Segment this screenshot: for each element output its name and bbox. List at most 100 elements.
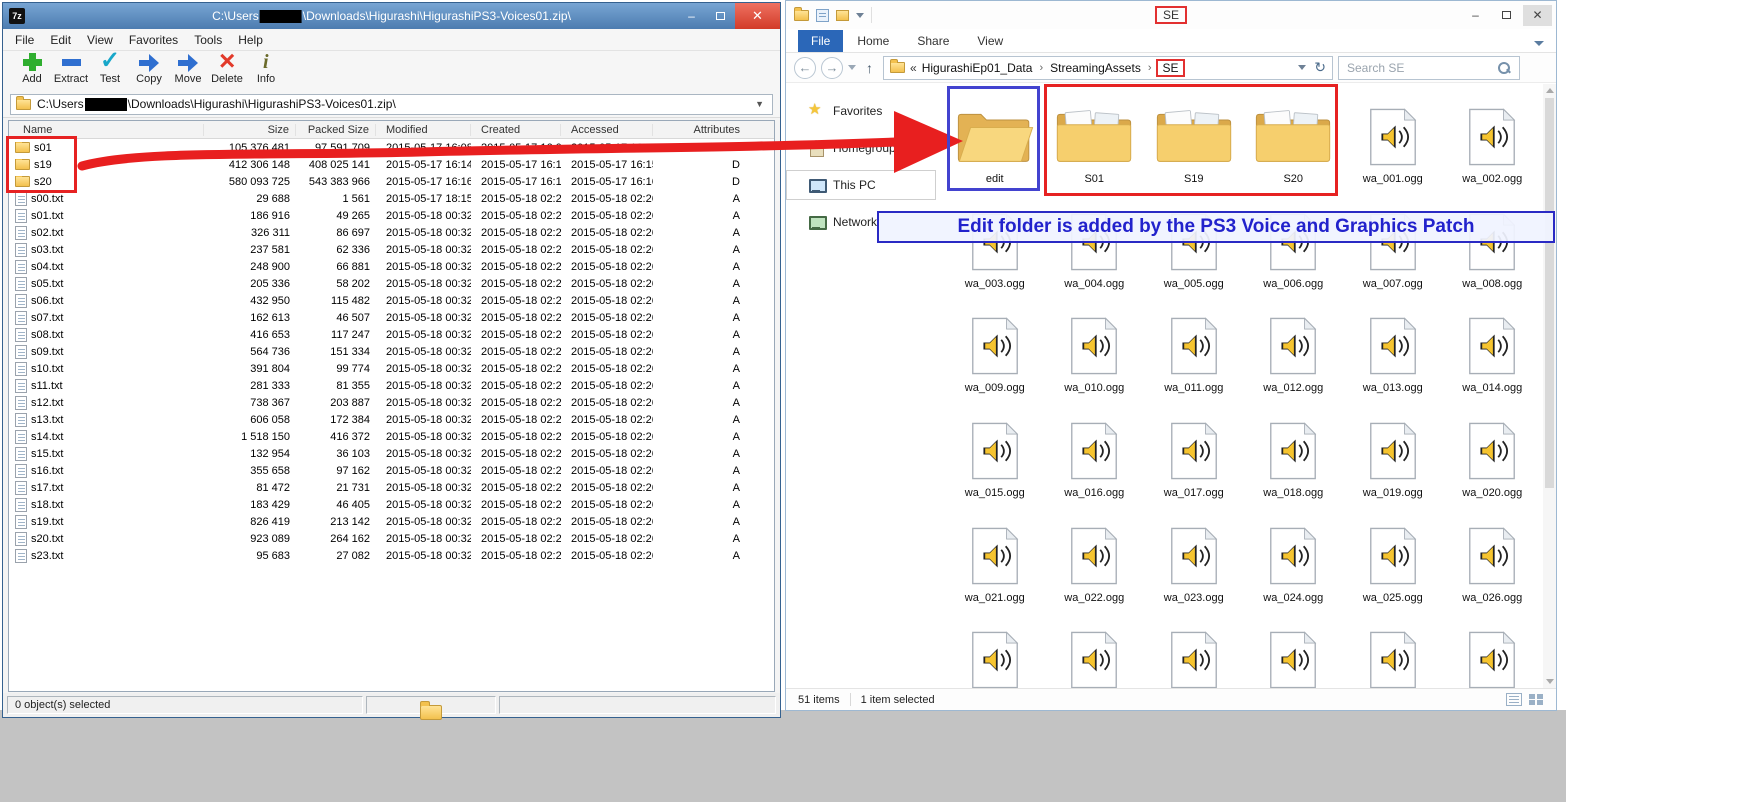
file-wa-023-ogg[interactable]: wa_023.ogg xyxy=(1144,518,1244,623)
menu-edit[interactable]: Edit xyxy=(42,31,79,49)
file-wa-001-ogg[interactable]: wa_001.ogg xyxy=(1343,99,1443,204)
breadcrumb-streamingassets[interactable]: StreamingAssets xyxy=(1048,60,1143,76)
zip-row-s08-txt[interactable]: s08.txt416 653117 2472015-05-18 00:32201… xyxy=(9,326,774,343)
folder-s19[interactable]: S19 xyxy=(1144,99,1244,204)
zip-row-s13-txt[interactable]: s13.txt606 058172 3842015-05-18 00:32201… xyxy=(9,411,774,428)
menu-file[interactable]: File xyxy=(7,31,42,49)
column-header-attributes[interactable]: Attributes xyxy=(653,124,774,136)
file-wa-002-ogg[interactable]: wa_002.ogg xyxy=(1443,99,1543,204)
minimize-button[interactable]: – xyxy=(1461,5,1490,26)
zip-row-s19[interactable]: s19412 306 148408 025 1412015-05-17 16:1… xyxy=(9,156,774,173)
move-button[interactable]: Move xyxy=(169,51,207,85)
zip-row-s00-txt[interactable]: s00.txt29 6881 5612015-05-17 18:152015-0… xyxy=(9,190,774,207)
thumbnails-view-icon[interactable] xyxy=(1528,693,1544,706)
tab-home[interactable]: Home xyxy=(843,30,903,52)
zip-row-s10-txt[interactable]: s10.txt391 80499 7742015-05-18 00:322015… xyxy=(9,360,774,377)
zip-row-s03-txt[interactable]: s03.txt237 58162 3362015-05-18 00:322015… xyxy=(9,241,774,258)
zip-row-s18-txt[interactable]: s18.txt183 42946 4052015-05-18 00:322015… xyxy=(9,496,774,513)
menu-favorites[interactable]: Favorites xyxy=(121,31,186,49)
qat-properties-icon[interactable] xyxy=(816,9,829,22)
file-partially-visible[interactable] xyxy=(1443,622,1543,688)
folder-s01[interactable]: S01 xyxy=(1045,99,1145,204)
file-partially-visible[interactable] xyxy=(945,622,1045,688)
ribbon-expand-icon[interactable] xyxy=(1534,41,1544,46)
zip-row-s06-txt[interactable]: s06.txt432 950115 4822015-05-18 00:32201… xyxy=(9,292,774,309)
file-wa-022-ogg[interactable]: wa_022.ogg xyxy=(1045,518,1145,623)
menu-help[interactable]: Help xyxy=(230,31,271,49)
file-wa-013-ogg[interactable]: wa_013.ogg xyxy=(1343,308,1443,413)
extract-button[interactable]: Extract xyxy=(52,51,90,85)
zip-row-s17-txt[interactable]: s17.txt81 47221 7312015-05-18 00:322015-… xyxy=(9,479,774,496)
up-button[interactable]: ↑ xyxy=(861,60,878,76)
file-wa-012-ogg[interactable]: wa_012.ogg xyxy=(1244,308,1344,413)
zip-row-s02-txt[interactable]: s02.txt326 31186 6972015-05-18 00:322015… xyxy=(9,224,774,241)
qat-new-folder-icon[interactable] xyxy=(836,10,849,21)
zip-row-s01-txt[interactable]: s01.txt186 91649 2652015-05-18 00:322015… xyxy=(9,207,774,224)
column-header-accessed[interactable]: Accessed xyxy=(561,124,653,136)
folder-edit[interactable]: edit xyxy=(945,99,1045,204)
scrollbar-thumb[interactable] xyxy=(1545,98,1554,488)
address-dropdown-icon[interactable]: ▼ xyxy=(752,99,767,109)
zip-row-s05-txt[interactable]: s05.txt205 33658 2022015-05-18 00:322015… xyxy=(9,275,774,292)
test-button[interactable]: Test xyxy=(91,51,129,85)
file-wa-026-ogg[interactable]: wa_026.ogg xyxy=(1443,518,1543,623)
zip-row-s09-txt[interactable]: s09.txt564 736151 3342015-05-18 00:32201… xyxy=(9,343,774,360)
maximize-button[interactable] xyxy=(706,3,735,29)
breadcrumb-se[interactable]: SE xyxy=(1156,59,1184,77)
info-button[interactable]: Info xyxy=(247,51,285,85)
sidebar-this-pc[interactable]: This PC xyxy=(786,170,936,200)
qat-dropdown-icon[interactable] xyxy=(856,13,864,18)
file-wa-017-ogg[interactable]: wa_017.ogg xyxy=(1144,413,1244,518)
file-wa-014-ogg[interactable]: wa_014.ogg xyxy=(1443,308,1543,413)
delete-button[interactable]: Delete xyxy=(208,51,246,85)
file-wa-009-ogg[interactable]: wa_009.ogg xyxy=(945,308,1045,413)
file-partially-visible[interactable] xyxy=(1045,622,1145,688)
vertical-scrollbar[interactable] xyxy=(1543,84,1556,688)
column-header-modified[interactable]: Modified xyxy=(376,124,471,136)
close-button[interactable]: ✕ xyxy=(735,3,780,29)
zip-row-s20[interactable]: s20580 093 725543 383 9662015-05-17 16:1… xyxy=(9,173,774,190)
address-bar[interactable]: C:\Users\Downloads\Higurashi\HigurashiPS… xyxy=(10,94,773,115)
close-button[interactable]: ✕ xyxy=(1523,5,1552,26)
zip-row-s20-txt[interactable]: s20.txt923 089264 1622015-05-18 00:32201… xyxy=(9,530,774,547)
file-wa-020-ogg[interactable]: wa_020.ogg xyxy=(1443,413,1543,518)
tab-view[interactable]: View xyxy=(963,30,1017,52)
zip-row-s16-txt[interactable]: s16.txt355 65897 1622015-05-18 00:322015… xyxy=(9,462,774,479)
file-wa-003-ogg[interactable]: wa_003.ogg xyxy=(945,204,1045,309)
file-wa-008-ogg[interactable]: wa_008.ogg xyxy=(1443,204,1543,309)
file-wa-025-ogg[interactable]: wa_025.ogg xyxy=(1343,518,1443,623)
zip-row-s11-txt[interactable]: s11.txt281 33381 3552015-05-18 00:322015… xyxy=(9,377,774,394)
breadcrumb-higurashiep01-data[interactable]: HigurashiEp01_Data xyxy=(920,60,1035,76)
menu-view[interactable]: View xyxy=(79,31,121,49)
zip-row-s12-txt[interactable]: s12.txt738 367203 8872015-05-18 00:32201… xyxy=(9,394,774,411)
sidebar-network[interactable]: Network xyxy=(786,207,944,237)
address-dropdown-icon[interactable] xyxy=(1298,65,1306,70)
add-button[interactable]: Add xyxy=(13,51,51,85)
refresh-icon[interactable] xyxy=(1314,59,1326,76)
7zip-titlebar[interactable]: 7z C:\Users\Downloads\Higurashi\Higurash… xyxy=(3,3,780,29)
zip-row-s19-txt[interactable]: s19.txt826 419213 1422015-05-18 00:32201… xyxy=(9,513,774,530)
column-header-size[interactable]: Size xyxy=(204,124,296,136)
column-header-packed-size[interactable]: Packed Size xyxy=(296,124,376,136)
folder-s20[interactable]: S20 xyxy=(1244,99,1344,204)
file-wa-019-ogg[interactable]: wa_019.ogg xyxy=(1343,413,1443,518)
file-wa-024-ogg[interactable]: wa_024.ogg xyxy=(1244,518,1344,623)
explorer-titlebar[interactable]: SE – ✕ xyxy=(786,1,1556,29)
taskbar-folder-icon[interactable] xyxy=(420,705,442,720)
zip-row-s23-txt[interactable]: s23.txt95 68327 0822015-05-18 00:322015-… xyxy=(9,547,774,564)
file-wa-010-ogg[interactable]: wa_010.ogg xyxy=(1045,308,1145,413)
search-box[interactable] xyxy=(1338,56,1520,80)
file-wa-015-ogg[interactable]: wa_015.ogg xyxy=(945,413,1045,518)
tab-file[interactable]: File xyxy=(798,30,843,52)
recent-locations-icon[interactable] xyxy=(848,65,856,70)
column-header-created[interactable]: Created xyxy=(471,124,561,136)
file-wa-007-ogg[interactable]: wa_007.ogg xyxy=(1343,204,1443,309)
tab-share[interactable]: Share xyxy=(903,30,963,52)
address-bar[interactable]: «HigurashiEp01_Data›StreamingAssets›SE xyxy=(883,56,1333,80)
file-partially-visible[interactable] xyxy=(1343,622,1443,688)
zip-row-s07-txt[interactable]: s07.txt162 61346 5072015-05-18 00:322015… xyxy=(9,309,774,326)
file-partially-visible[interactable] xyxy=(1144,622,1244,688)
file-partially-visible[interactable] xyxy=(1244,622,1344,688)
file-wa-011-ogg[interactable]: wa_011.ogg xyxy=(1144,308,1244,413)
search-input[interactable] xyxy=(1347,61,1487,75)
